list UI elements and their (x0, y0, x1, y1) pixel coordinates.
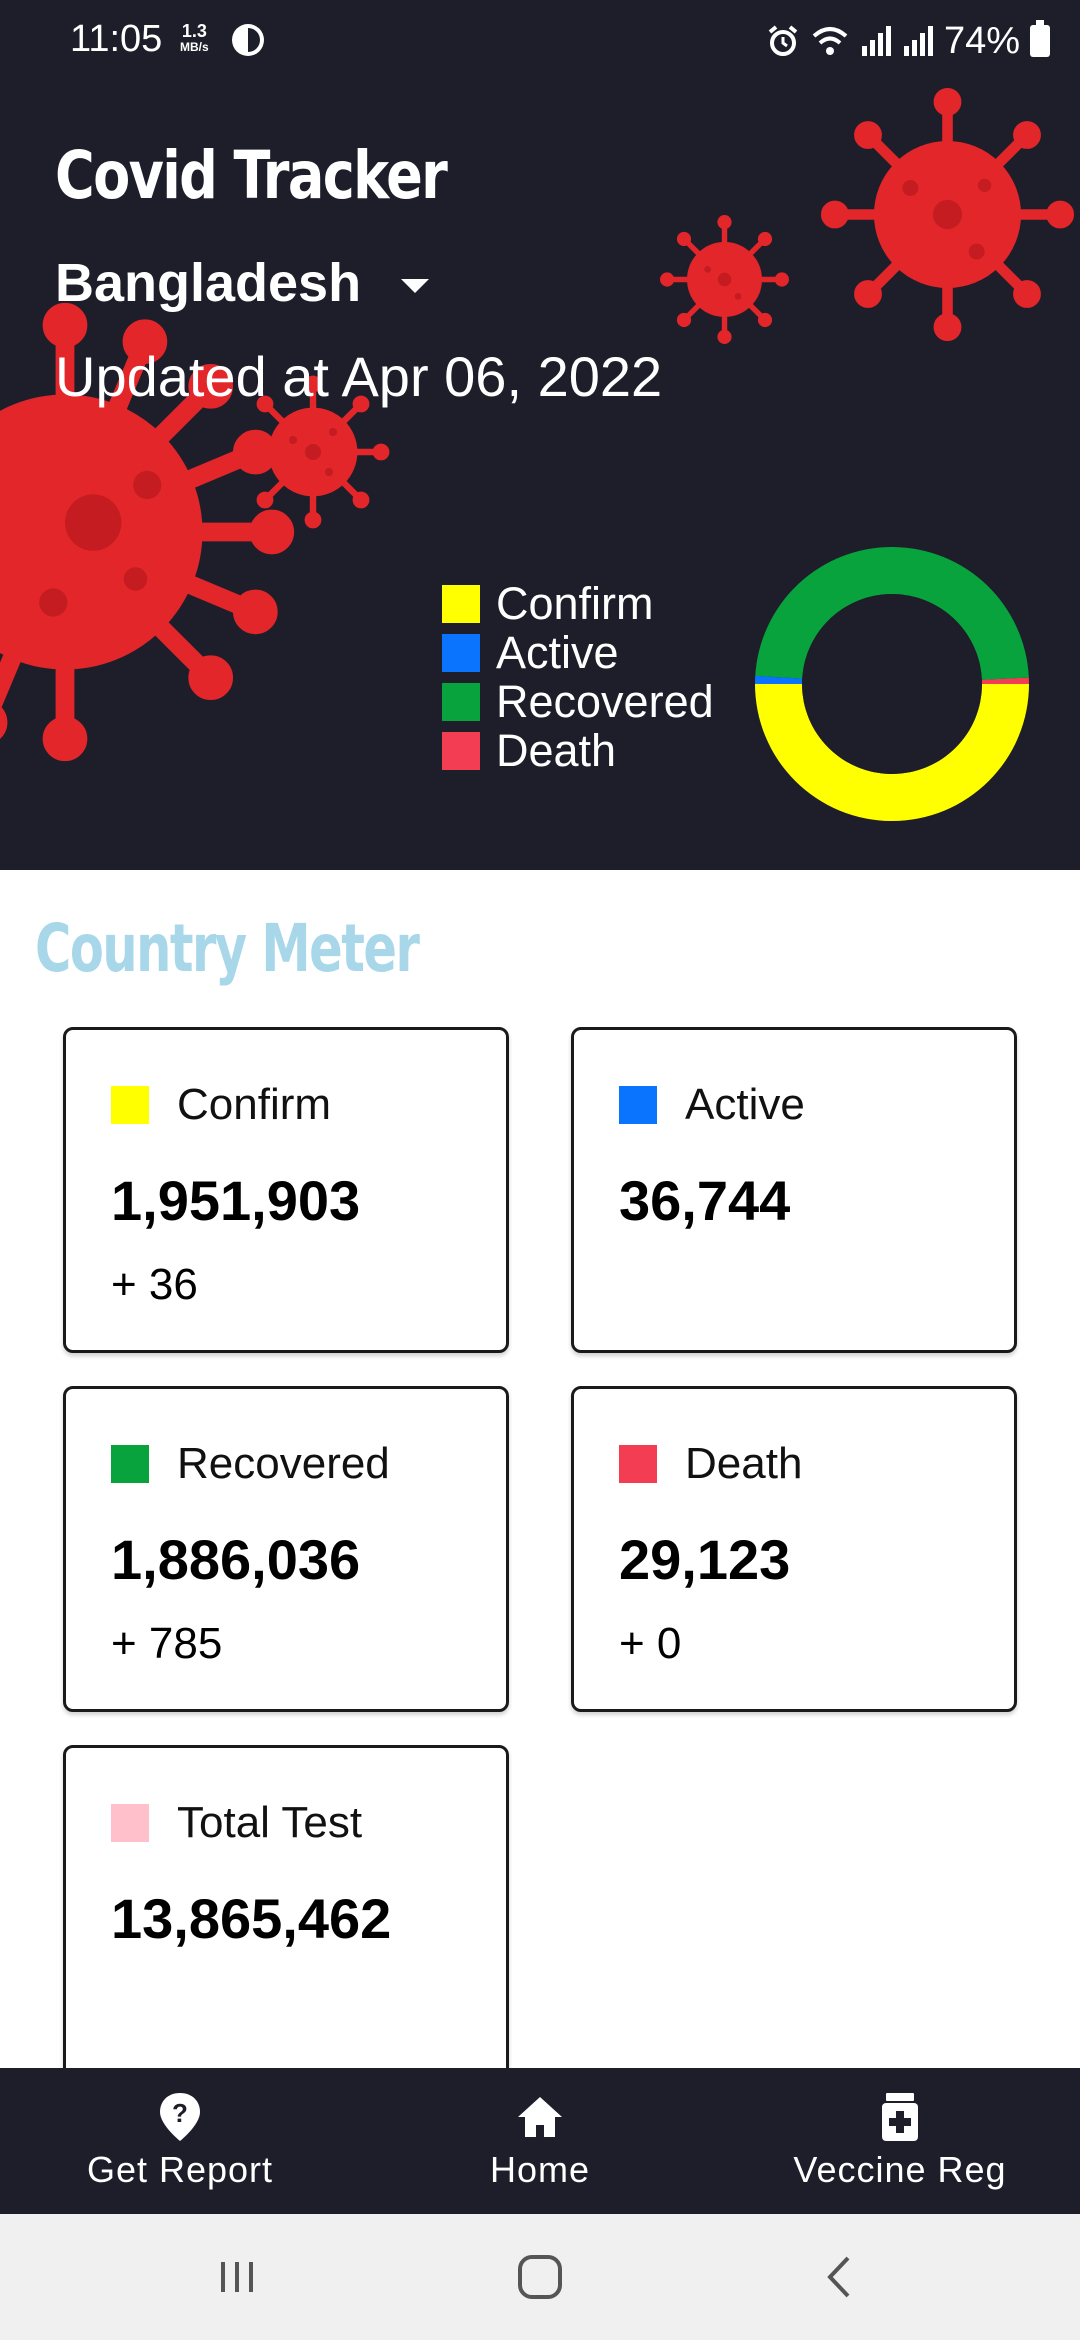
status-time: 11:05 (70, 18, 163, 60)
card-label: Total Test (177, 1798, 363, 1847)
stat-card-confirm: Confirm 1,951,903 + 36 (63, 1027, 509, 1353)
stat-card-total-test: Total Test 13,865,462 (63, 1745, 509, 2085)
legend-label: Death (496, 724, 617, 776)
signal-icon-2 (903, 26, 933, 56)
medicine-bottle-icon (882, 2093, 918, 2141)
network-speed-unit: MB/s (180, 40, 209, 54)
signal-icon (861, 26, 891, 56)
legend-label: Active (496, 626, 619, 678)
legend-item-active: Active (442, 626, 714, 678)
virus-icon-top-right (820, 87, 1075, 342)
card-value: 13,865,462 (111, 1887, 392, 1950)
nav-home[interactable]: Home (360, 2068, 720, 2214)
network-speed-value: 1.3 (181, 21, 207, 41)
card-delta: + 0 (619, 1619, 682, 1668)
card-value: 29,123 (619, 1528, 791, 1591)
nav-label: Get Report (86, 2149, 274, 2190)
donut-chart (755, 547, 1029, 821)
system-navigation-bar (0, 2214, 1080, 2340)
app-notification-icon (232, 24, 264, 56)
back-icon[interactable] (812, 2252, 872, 2302)
app-title: Covid Tracker (55, 137, 448, 214)
home-button-icon[interactable] (510, 2252, 570, 2302)
card-swatch (619, 1086, 657, 1124)
card-swatch (111, 1445, 149, 1483)
legend-label: Recovered (496, 675, 714, 727)
card-swatch (111, 1086, 149, 1124)
location-question-icon: ? (160, 2093, 200, 2141)
stat-card-death: Death 29,123 + 0 (571, 1386, 1017, 1712)
card-value: 1,951,903 (111, 1169, 361, 1232)
nav-label: Veccine Reg (793, 2149, 1007, 2190)
header: Covid Tracker Bangladesh Updated at Apr … (0, 82, 1080, 870)
legend-item-recovered: Recovered (442, 675, 714, 727)
country-selector[interactable]: Bangladesh (55, 252, 430, 314)
card-swatch (111, 1804, 149, 1842)
card-delta: + 785 (111, 1619, 223, 1668)
legend-item-confirm: Confirm (442, 577, 714, 629)
recent-apps-icon[interactable] (207, 2252, 267, 2302)
legend-item-death: Death (442, 724, 714, 776)
card-value: 36,744 (619, 1169, 791, 1232)
stat-card-active: Active 36,744 (571, 1027, 1017, 1353)
battery-percent: 74% (943, 19, 1020, 62)
nav-label: Home (489, 2149, 591, 2190)
network-speed: 1.3 MB/s (180, 22, 209, 54)
legend-swatch (442, 731, 480, 770)
legend-swatch (442, 633, 480, 672)
card-label: Confirm (177, 1080, 332, 1129)
legend-label: Confirm (496, 577, 654, 629)
card-label: Active (685, 1080, 805, 1129)
status-bar: 11:05 1.3 MB/s 74% (0, 0, 1080, 82)
alarm-icon (768, 25, 798, 56)
battery-icon (1030, 20, 1050, 57)
bottom-navigation: ? Get Report Home Veccine Reg (0, 2068, 1080, 2214)
card-swatch (619, 1445, 657, 1483)
legend-swatch (442, 682, 480, 721)
home-icon (518, 2097, 562, 2137)
dropdown-arrow-icon (401, 279, 430, 293)
stat-card-recovered: Recovered 1,886,036 + 785 (63, 1386, 509, 1712)
card-label: Death (685, 1439, 803, 1488)
country-name: Bangladesh (55, 253, 362, 313)
nav-get-report[interactable]: ? Get Report (0, 2068, 360, 2214)
section-title: Country Meter (35, 910, 420, 987)
virus-icon-medium (660, 215, 789, 344)
chart-legend: Confirm Active Recovered Death (442, 577, 714, 776)
card-value: 1,886,036 (111, 1528, 361, 1591)
donut-hole (802, 594, 982, 774)
legend-swatch (442, 584, 480, 623)
nav-vaccine-reg[interactable]: Veccine Reg (720, 2068, 1080, 2214)
card-delta: + 36 (111, 1260, 198, 1309)
svg-text:?: ? (172, 2098, 188, 2128)
updated-date: Updated at Apr 06, 2022 (55, 345, 663, 408)
card-label: Recovered (177, 1439, 390, 1488)
wifi-icon (812, 27, 848, 55)
